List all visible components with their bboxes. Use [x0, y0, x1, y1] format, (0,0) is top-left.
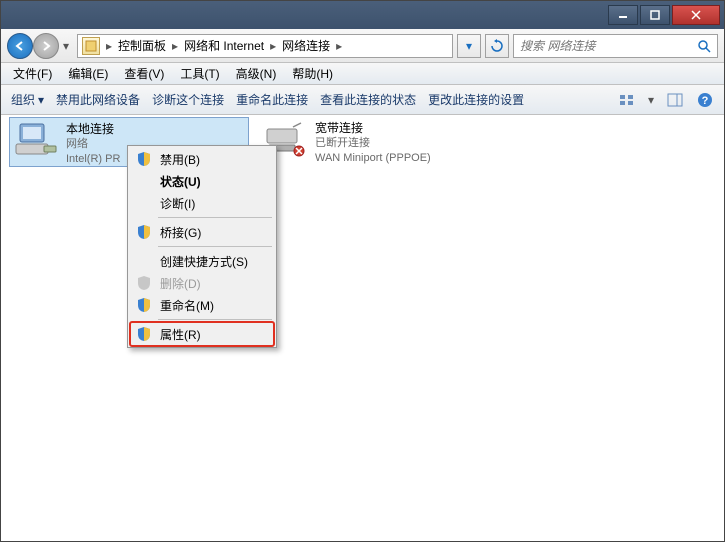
context-delete: 删除(D) — [130, 272, 274, 294]
shield-icon — [136, 275, 152, 291]
close-button[interactable] — [672, 5, 720, 25]
forward-button[interactable] — [33, 33, 59, 59]
address-dropdown[interactable]: ▾ — [457, 34, 481, 58]
menu-help[interactable]: 帮助(H) — [286, 63, 339, 84]
connection-title: 宽带连接 — [315, 121, 431, 136]
context-menu: 禁用(B) 状态(U) 诊断(I) 桥接(G) 创建快捷方式(S) 删除(D) … — [127, 145, 277, 348]
shield-icon — [136, 326, 152, 342]
connection-text: 宽带连接 已断开连接 WAN Miniport (PPPOE) — [315, 121, 431, 166]
breadcrumb-control-panel[interactable]: 控制面板 — [114, 37, 170, 54]
connection-broadband[interactable]: 宽带连接 已断开连接 WAN Miniport (PPPOE) — [259, 117, 499, 167]
maximize-button[interactable] — [640, 5, 670, 25]
breadcrumb-network-connections[interactable]: 网络连接 — [278, 37, 334, 54]
search-icon[interactable] — [697, 39, 711, 53]
help-button[interactable]: ? — [696, 91, 714, 109]
toolbar-disable-device[interactable]: 禁用此网络设备 — [56, 91, 140, 108]
menu-file[interactable]: 文件(F) — [7, 63, 58, 84]
toolbar-change-settings[interactable]: 更改此连接的设置 — [428, 91, 524, 108]
context-status[interactable]: 状态(U) — [130, 170, 274, 192]
title-bar — [1, 1, 724, 29]
chevron-right-icon[interactable]: ▸ — [334, 39, 344, 53]
context-rename[interactable]: 重命名(M) — [130, 294, 274, 316]
connection-status: 已断开连接 — [315, 136, 431, 151]
context-diagnose[interactable]: 诊断(I) — [130, 192, 274, 214]
chevron-down-icon[interactable]: ▾ — [648, 93, 654, 107]
menu-tools[interactable]: 工具(T) — [174, 63, 225, 84]
back-button[interactable] — [7, 33, 33, 59]
view-options-button[interactable] — [618, 91, 636, 109]
breadcrumb-network-internet[interactable]: 网络和 Internet — [180, 37, 268, 54]
preview-pane-button[interactable] — [666, 91, 684, 109]
context-bridge[interactable]: 桥接(G) — [130, 221, 274, 243]
search-box[interactable] — [513, 34, 718, 58]
search-input[interactable] — [520, 39, 697, 53]
nav-buttons: ▾ — [7, 33, 73, 59]
menu-edit[interactable]: 编辑(E) — [62, 63, 114, 84]
network-adapter-icon — [14, 122, 58, 158]
connection-device: WAN Miniport (PPPOE) — [315, 151, 431, 166]
nav-history-dropdown[interactable]: ▾ — [59, 36, 73, 56]
svg-text:?: ? — [702, 95, 709, 107]
chevron-right-icon[interactable]: ▸ — [170, 39, 180, 53]
menu-separator — [158, 217, 272, 218]
control-panel-icon — [82, 37, 100, 55]
menu-advanced[interactable]: 高级(N) — [230, 63, 283, 84]
explorer-window: ▾ ▸ 控制面板 ▸ 网络和 Internet ▸ 网络连接 ▸ ▾ 文件(F) — [0, 0, 725, 542]
menu-separator — [158, 319, 272, 320]
menu-separator — [158, 246, 272, 247]
content-area: 本地连接 网络 Intel(R) PR 宽带连接 已断开连接 — [1, 115, 724, 541]
context-create-shortcut[interactable]: 创建快捷方式(S) — [130, 250, 274, 272]
connection-text: 本地连接 网络 Intel(R) PR — [66, 122, 120, 167]
toolbar: 组织 ▾ 禁用此网络设备 诊断这个连接 重命名此连接 查看此连接的状态 更改此连… — [1, 85, 724, 115]
refresh-button[interactable] — [485, 34, 509, 58]
context-disable[interactable]: 禁用(B) — [130, 148, 274, 170]
minimize-button[interactable] — [608, 5, 638, 25]
context-properties[interactable]: 属性(R) — [130, 323, 274, 345]
toolbar-rename[interactable]: 重命名此连接 — [236, 91, 308, 108]
chevron-right-icon[interactable]: ▸ — [268, 39, 278, 53]
menu-view[interactable]: 查看(V) — [118, 63, 170, 84]
chevron-right-icon[interactable]: ▸ — [104, 39, 114, 53]
connection-title: 本地连接 — [66, 122, 120, 137]
address-bar[interactable]: ▸ 控制面板 ▸ 网络和 Internet ▸ 网络连接 ▸ — [77, 34, 453, 58]
toolbar-organize[interactable]: 组织 ▾ — [11, 91, 44, 108]
connection-device: Intel(R) PR — [66, 152, 120, 167]
shield-icon — [136, 224, 152, 240]
toolbar-view-status[interactable]: 查看此连接的状态 — [320, 91, 416, 108]
toolbar-diagnose[interactable]: 诊断这个连接 — [152, 91, 224, 108]
shield-icon — [136, 151, 152, 167]
shield-icon — [136, 297, 152, 313]
connection-status: 网络 — [66, 137, 120, 152]
chevron-down-icon: ▾ — [38, 93, 44, 107]
nav-bar: ▾ ▸ 控制面板 ▸ 网络和 Internet ▸ 网络连接 ▸ ▾ — [1, 29, 724, 63]
menu-bar: 文件(F) 编辑(E) 查看(V) 工具(T) 高级(N) 帮助(H) — [1, 63, 724, 85]
